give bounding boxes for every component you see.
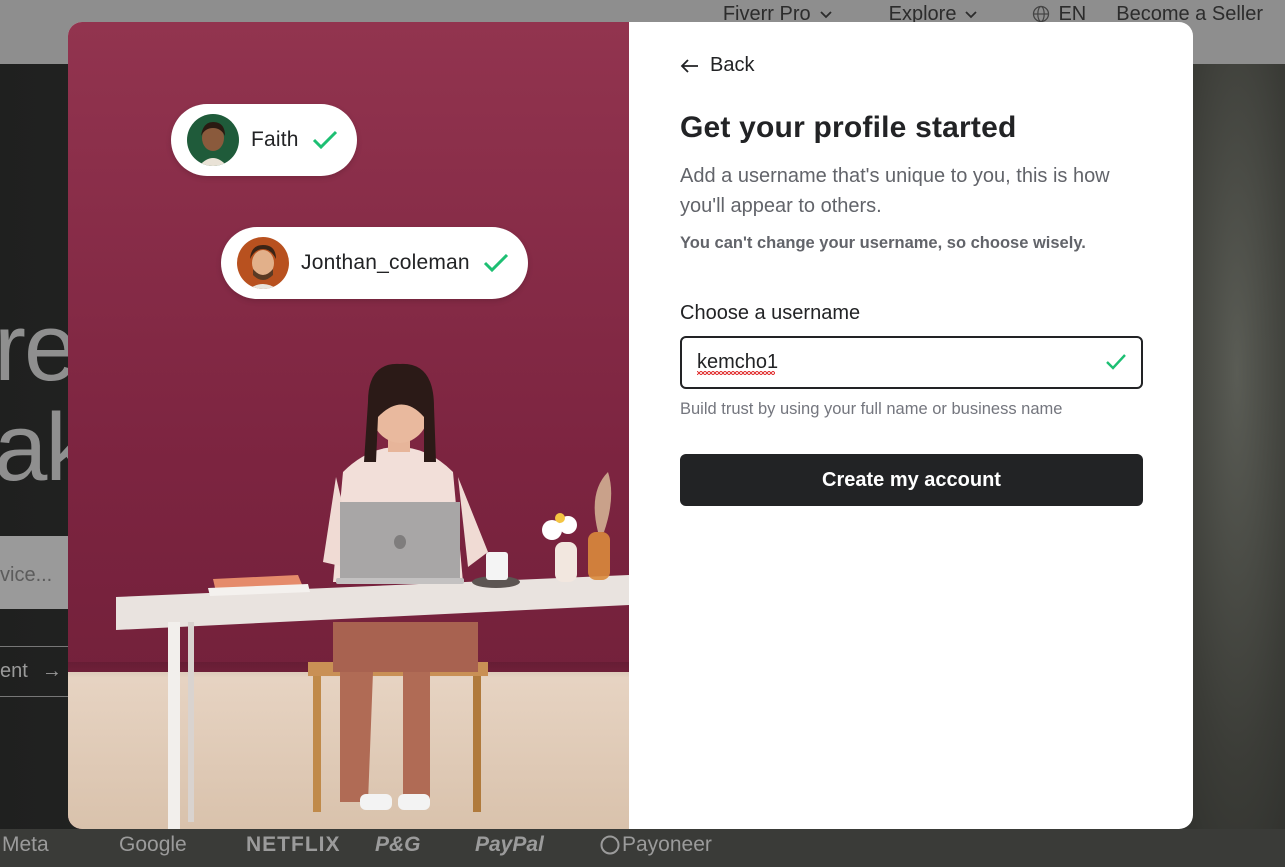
arrow-right-icon: →: [41, 660, 62, 682]
arrow-left-icon: [680, 58, 698, 73]
logo-payoneer: Payoneer: [600, 833, 712, 857]
chevron-down-icon: [965, 11, 978, 19]
logo-meta: Meta: [2, 833, 49, 856]
modal-form-panel: Back Get your profile started Add a user…: [629, 22, 1193, 829]
payoneer-ring-icon: [600, 835, 620, 855]
background-search-input[interactable]: vice...: [0, 536, 68, 609]
page-subtitle: Add a username that's unique to you, thi…: [680, 165, 1110, 217]
signup-modal: Faith Jonthan_coleman Back Get your prof…: [68, 22, 1193, 829]
avatar: [237, 237, 289, 289]
username-label: Choose a username: [680, 302, 861, 324]
page-title: Get your profile started: [680, 111, 1017, 144]
chip-username: Faith: [251, 128, 299, 151]
modal-illustration-panel: Faith Jonthan_coleman: [68, 22, 629, 829]
username-helper-text: Build trust by using your full name or b…: [680, 400, 1063, 418]
back-label: Back: [710, 54, 755, 76]
valid-checkmark-icon: [1106, 354, 1126, 370]
avatar: [187, 114, 239, 166]
back-button[interactable]: Back: [680, 54, 754, 77]
person-avatar-icon: [187, 114, 239, 166]
checkmark-icon: [312, 130, 337, 150]
person-avatar-icon: [237, 237, 289, 289]
background-link-label: ent: [0, 660, 28, 682]
username-chip-jonthan: Jonthan_coleman: [221, 227, 528, 299]
logo-netflix: NETFLIX: [246, 833, 341, 856]
logo-payoneer-label: Payoneer: [622, 833, 712, 856]
chip-username: Jonthan_coleman: [301, 251, 470, 274]
logo-paypal: PayPal: [475, 833, 544, 856]
background-link[interactable]: ent →: [0, 646, 68, 697]
chevron-down-icon: [820, 11, 832, 19]
search-placeholder-fragment: vice...: [0, 564, 53, 586]
checkmark-icon: [483, 253, 508, 273]
logo-pg: P&G: [375, 833, 421, 856]
username-warning: You can't change your username, so choos…: [680, 234, 1086, 252]
hero-heading-fragment-1: re: [0, 294, 77, 401]
username-field-wrapper: [680, 336, 1143, 389]
globe-icon: [1033, 5, 1050, 23]
username-chip-faith: Faith: [171, 104, 357, 176]
username-input[interactable]: [682, 338, 1141, 387]
create-account-button[interactable]: Create my account: [680, 454, 1143, 506]
logo-google: Google: [119, 833, 187, 856]
